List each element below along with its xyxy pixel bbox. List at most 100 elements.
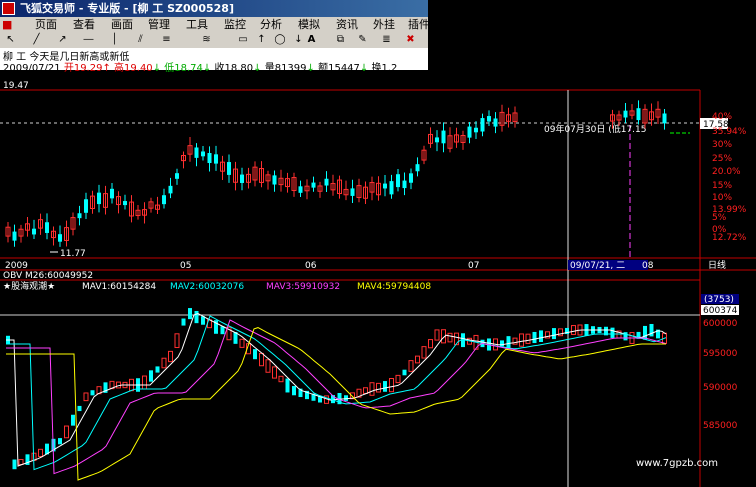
obv-bar-down: [344, 395, 348, 401]
right-percent-axis: 40%35.94%30%25%20.0%15%10%13.99%5%0%12.7…: [712, 112, 747, 243]
obv-value-tag2: 600374: [703, 306, 738, 316]
obv-bar-down: [12, 459, 17, 470]
time-label-06: 06: [305, 261, 317, 271]
candle-down: [227, 162, 231, 175]
obv-bar-down: [532, 331, 537, 344]
obv-y-axis: 600000 595000 590000 585000: [703, 319, 738, 431]
candle-down: [383, 183, 387, 189]
crosshair-date-label: 09年07月30日 (低17.15: [544, 123, 647, 135]
obv-bar-up: [428, 339, 433, 349]
candle-down: [474, 127, 478, 133]
mav1-label: MAV1:60154284: [82, 282, 156, 292]
top-price-label: 19.47: [3, 81, 29, 91]
obv-bar-up: [272, 366, 277, 379]
candle-down: [175, 173, 179, 179]
period-label[interactable]: 日线: [708, 259, 726, 271]
candle-down: [77, 213, 82, 219]
obv-bar-down: [188, 308, 192, 320]
obv-bar-down: [649, 323, 654, 337]
mav-line: [6, 327, 666, 481]
candle-down: [12, 231, 17, 241]
obv-bar-up: [376, 382, 381, 393]
candle-down: [298, 186, 303, 193]
obv-bar-up: [64, 425, 69, 439]
candle-down: [201, 151, 205, 157]
time-label-08: 08: [642, 261, 654, 271]
obv-bar-up: [519, 333, 524, 347]
obv-bar-up: [174, 333, 180, 349]
obv-bar-up: [259, 352, 264, 367]
low-price-label: 11.77: [60, 249, 86, 259]
obv-y-label: 600000: [703, 319, 738, 329]
obv-bar-up: [161, 357, 167, 369]
obv-bar-down: [77, 405, 82, 412]
candle-down: [415, 164, 420, 172]
obv-bar-down: [383, 381, 387, 392]
watermark: www.7gpzb.com: [636, 458, 718, 469]
obv-header: OBV M26:60049952: [3, 271, 93, 281]
obv-bar-down: [285, 378, 290, 393]
candle-down: [409, 173, 413, 183]
candle-down: [389, 181, 394, 195]
obv-bar-up: [434, 329, 440, 341]
candle-down: [623, 110, 628, 118]
obv-bar-down: [610, 327, 615, 338]
candle-down: [32, 228, 36, 235]
obv-bar-down: [90, 390, 95, 396]
obv-bar-down: [149, 370, 153, 382]
obv-bar-down: [643, 325, 647, 340]
candle-down: [480, 118, 485, 132]
percent-label: 25%: [712, 154, 732, 164]
obv-y-label: 585000: [703, 421, 738, 431]
candle-down: [402, 180, 407, 189]
candle-down: [97, 192, 101, 205]
obv-moving-averages: [6, 313, 667, 481]
obv-bar-down: [253, 349, 257, 360]
mav2-label: MAV2:60032076: [170, 282, 244, 292]
percent-label: 10%: [712, 193, 732, 203]
kline-chart[interactable]: 19.47 11.77 09年07月30日 (低17.15 17.58 40%3…: [0, 0, 756, 487]
percent-label: 12.72%: [712, 233, 747, 243]
obv-bar-down: [506, 336, 511, 349]
candle-down: [441, 130, 446, 144]
obv-bar-up: [389, 378, 394, 393]
obv-bar-up: [447, 332, 453, 343]
candle-down: [214, 154, 218, 164]
time-label-05: 05: [180, 261, 191, 271]
obv-title: ★股海观潮★: [3, 280, 55, 292]
candle-down: [396, 174, 400, 188]
obv-bar-up: [415, 355, 420, 364]
mav4-label: MAV4:59794408: [357, 282, 431, 292]
obv-bar-up: [369, 382, 375, 396]
obv-bar-down: [58, 438, 62, 445]
obv-bar-up: [395, 374, 401, 384]
obv-bar-up: [168, 350, 173, 363]
obv-bar-down: [539, 330, 543, 342]
candle-down: [662, 113, 667, 124]
crosshair-date: 09/07/21, 二: [570, 261, 625, 271]
percent-label: 5%: [712, 213, 727, 223]
obv-bar-down: [181, 318, 186, 326]
obv-bar-down: [71, 414, 75, 426]
candle-down: [636, 108, 641, 121]
candle-down: [58, 234, 62, 242]
obv-bar-up: [512, 337, 518, 345]
candle-down: [467, 126, 472, 138]
percent-label: 35.94%: [712, 127, 747, 137]
candle-down: [207, 153, 212, 164]
obv-bar-up: [421, 346, 427, 359]
time-label-07: 07: [468, 261, 479, 271]
candle-down: [45, 222, 49, 233]
obv-bar-up: [278, 375, 284, 383]
obv-bar-up: [363, 387, 368, 394]
obv-y-label: 590000: [703, 383, 738, 393]
obv-bar-down: [292, 386, 296, 396]
obv-bar-down: [500, 340, 504, 347]
candle-down: [240, 174, 244, 183]
obv-bar-up: [239, 338, 245, 348]
obv-bar-up: [558, 328, 563, 337]
candle-down: [311, 182, 316, 188]
percent-label: 30%: [712, 140, 732, 150]
obv-bar-down: [552, 328, 556, 340]
candle-down: [194, 147, 199, 158]
